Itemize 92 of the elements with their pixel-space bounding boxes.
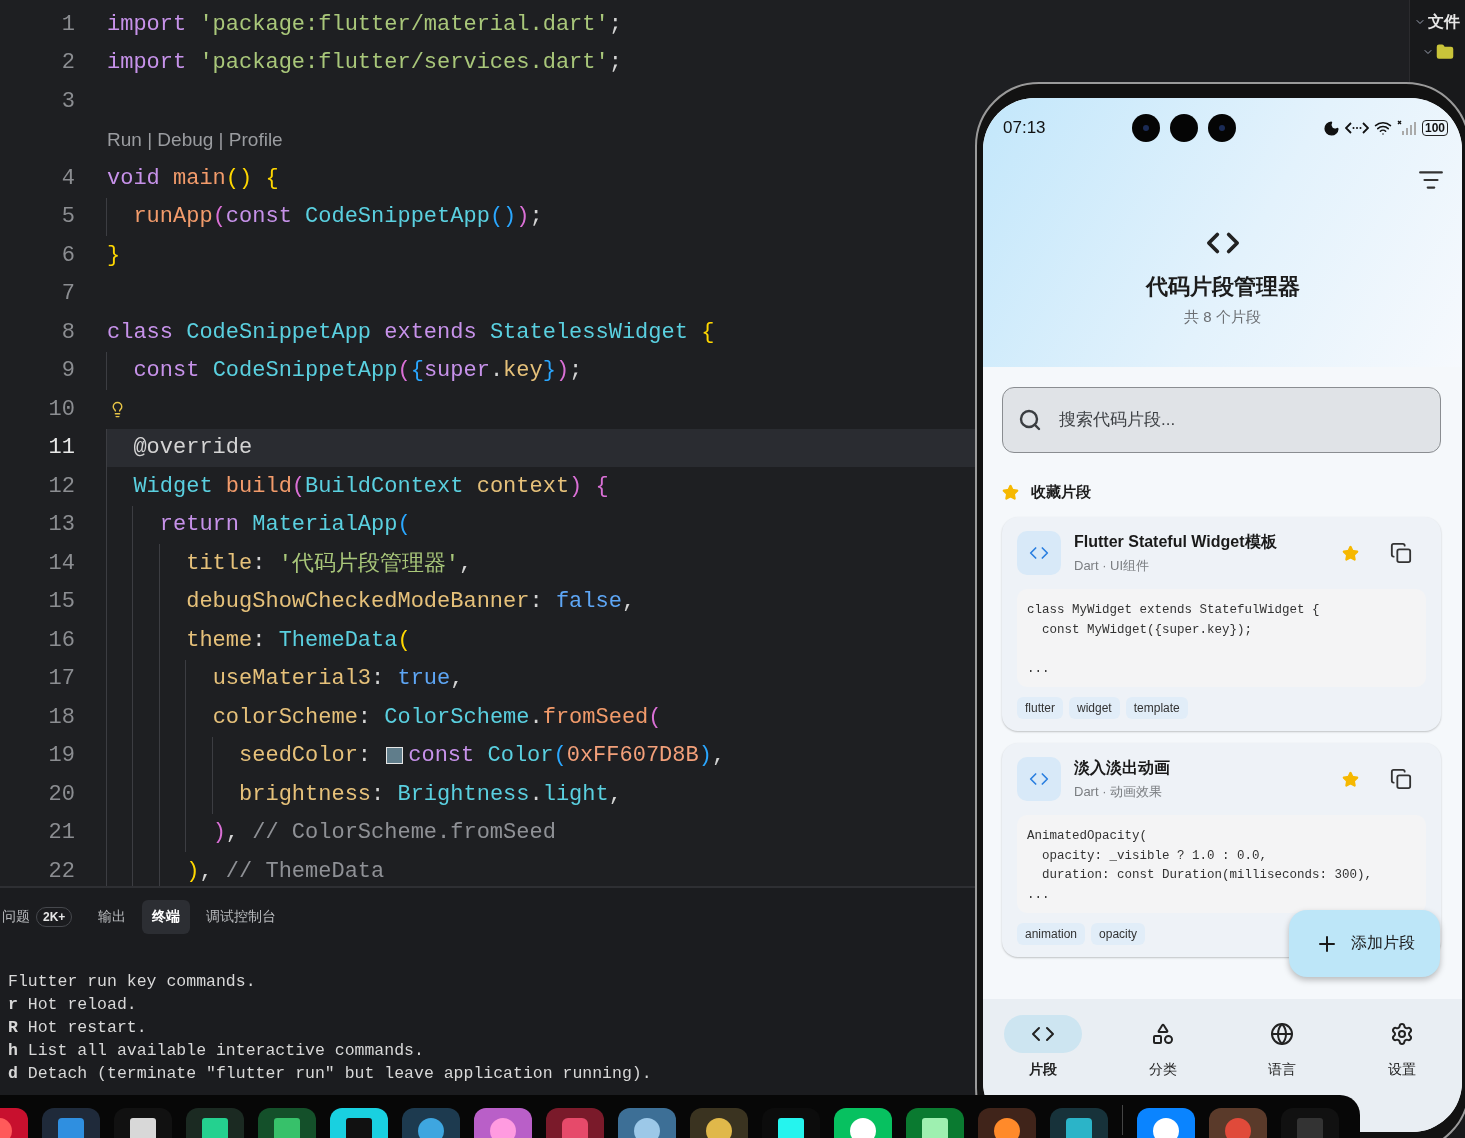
terminal-line: r Hot reload. bbox=[8, 994, 137, 1016]
code-line: theme: ThemeData( bbox=[107, 621, 411, 660]
code-icon bbox=[1017, 531, 1061, 575]
code-line: @override bbox=[107, 428, 253, 467]
codelens-links[interactable]: Run | Debug | Profile bbox=[107, 128, 283, 151]
globe-icon bbox=[1270, 1022, 1295, 1046]
code-line: void main() { bbox=[107, 164, 279, 193]
panel-tab[interactable]: 终端 bbox=[142, 900, 191, 934]
line-number: 21 bbox=[48, 820, 75, 846]
folder-icon[interactable] bbox=[1436, 43, 1455, 61]
snippet-count: 共 8 个片段 bbox=[1184, 308, 1261, 327]
code-line: } bbox=[107, 241, 121, 270]
code-line: title: '代码片段管理器', bbox=[107, 544, 473, 583]
code-preview: class MyWidget extends StatefulWidget { const MyWidget({super.key}); ... bbox=[1017, 589, 1426, 687]
line-number: 10 bbox=[48, 396, 75, 422]
nav-item[interactable]: 语言 bbox=[1222, 1015, 1343, 1081]
snippet-title: Flutter Stateful Widget模板 bbox=[1074, 531, 1278, 552]
code-line: runApp(const CodeSnippetApp()); bbox=[107, 197, 543, 236]
code-icon bbox=[1017, 757, 1061, 801]
nav-item[interactable]: 片段 bbox=[983, 1015, 1103, 1081]
color-swatch[interactable] bbox=[386, 747, 404, 765]
app-title: 代码片段管理器 bbox=[1145, 273, 1300, 301]
line-number: 16 bbox=[48, 627, 75, 653]
tag-chip[interactable]: widget bbox=[1069, 697, 1120, 719]
tag-chip[interactable]: template bbox=[1125, 697, 1188, 719]
code-line: debugShowCheckedModeBanner: false, bbox=[107, 582, 636, 621]
panel-tab[interactable]: 问题 2K+ bbox=[2, 899, 73, 935]
nav-item[interactable]: 设置 bbox=[1342, 1015, 1462, 1081]
line-number: 3 bbox=[61, 88, 75, 114]
add-snippet-button[interactable]: 添加片段 bbox=[1289, 910, 1440, 977]
copy-icon[interactable] bbox=[1390, 768, 1412, 790]
line-number: 18 bbox=[48, 704, 75, 730]
favorite-star-icon[interactable] bbox=[1342, 770, 1359, 788]
snippet-meta: Dart · UI组件 bbox=[1074, 556, 1151, 575]
panel-tab[interactable]: 调试控制台 bbox=[206, 900, 277, 934]
code-line: colorScheme: ColorScheme.fromSeed( bbox=[107, 698, 662, 737]
wifi-icon bbox=[1373, 119, 1392, 137]
snippet-meta: Dart · 动画效果 bbox=[1074, 782, 1164, 801]
battery-indicator: 100 bbox=[1421, 120, 1448, 136]
line-number: 2 bbox=[61, 50, 75, 76]
line-number: 20 bbox=[48, 781, 75, 807]
line-number: 11 bbox=[48, 435, 75, 461]
terminal-line: d Detach (terminate "flutter run" but leave application running). bbox=[8, 1063, 652, 1085]
snippet-title: 淡入淡出动画 bbox=[1074, 757, 1171, 778]
line-number: 19 bbox=[48, 743, 75, 769]
shapes-icon bbox=[1150, 1022, 1175, 1046]
line-number: 14 bbox=[48, 550, 75, 576]
code-line: import 'package:flutter/material.dart'; bbox=[107, 10, 622, 39]
terminal-line: R Hot restart. bbox=[8, 1017, 147, 1039]
favorite-star-icon[interactable] bbox=[1342, 544, 1359, 562]
line-number: 15 bbox=[48, 589, 75, 615]
code-line: return MaterialApp( bbox=[107, 505, 411, 544]
status-time: 07:13 bbox=[1003, 118, 1046, 138]
panel-tab[interactable]: 输出 bbox=[98, 900, 127, 934]
line-number: 4 bbox=[61, 165, 75, 191]
code-line: Widget build(BuildContext context) { bbox=[107, 467, 609, 506]
code-line: useMaterial3: true, bbox=[107, 659, 464, 698]
line-number: 7 bbox=[61, 281, 75, 307]
code-dots-icon bbox=[1344, 120, 1369, 136]
code-line: seedColor: bbox=[107, 736, 385, 775]
code-line: ), // ColorScheme.fromSeed bbox=[107, 813, 556, 852]
code-line: import 'package:flutter/services.dart'; bbox=[107, 49, 622, 78]
section-title[interactable]: 文件 bbox=[1428, 11, 1461, 33]
line-number: 12 bbox=[48, 473, 75, 499]
code-preview: AnimatedOpacity( opacity: _visible ? 1.0 : 0.0, duration: const Duration(milliseconds: 300), ... bbox=[1017, 815, 1426, 913]
line-number: 8 bbox=[61, 319, 75, 345]
code-line: class CodeSnippetApp extends StatelessWidget { bbox=[107, 318, 715, 347]
code-line: const Color(0xFF607D8B), bbox=[408, 742, 726, 771]
line-number: 5 bbox=[61, 204, 75, 230]
tag-chip[interactable]: opacity bbox=[1091, 923, 1146, 945]
signal-icon bbox=[1396, 120, 1417, 136]
tag-chip[interactable]: flutter bbox=[1017, 697, 1063, 719]
line-number: 17 bbox=[48, 666, 75, 692]
tag-chip[interactable]: animation bbox=[1017, 923, 1086, 945]
snippet-card[interactable]: Flutter Stateful Widget模板 Dart · UI组件 class MyWidget extends StatefulWidget { const MyWidget({super.key}); ... flutter widget template bbox=[1002, 517, 1441, 731]
line-number: 6 bbox=[61, 242, 75, 268]
settings-icon bbox=[1390, 1022, 1415, 1046]
search-icon bbox=[1018, 408, 1042, 432]
moon-icon bbox=[1322, 119, 1340, 137]
star-icon bbox=[1002, 484, 1019, 501]
terminal-line: h List all available interactive commands. bbox=[8, 1040, 424, 1062]
nav-item[interactable]: 分类 bbox=[1102, 1015, 1223, 1081]
code-line: brightness: Brightness.light, bbox=[107, 775, 622, 814]
line-number: 22 bbox=[48, 858, 75, 884]
section-title: 收藏片段 bbox=[1031, 483, 1091, 502]
line-number: 1 bbox=[61, 11, 75, 37]
copy-icon[interactable] bbox=[1390, 542, 1412, 564]
search-field[interactable]: 搜索代码片段... bbox=[1002, 387, 1441, 453]
line-number: 9 bbox=[61, 358, 75, 384]
line-number: 13 bbox=[48, 512, 75, 538]
code-line: const CodeSnippetApp({super.key}); bbox=[107, 351, 583, 390]
terminal-line: Flutter run key commands. bbox=[8, 971, 256, 993]
